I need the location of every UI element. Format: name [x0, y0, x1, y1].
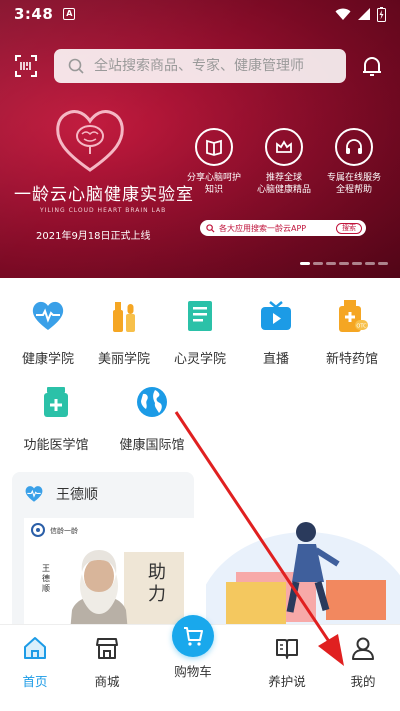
user-icon — [352, 637, 374, 660]
scan-icon[interactable] — [14, 54, 38, 78]
cosmetics-icon — [104, 296, 144, 336]
notebook-icon — [180, 296, 220, 336]
expert-card[interactable]: 王德顺 信龄一龄 王德顺 助力 — [12, 472, 194, 632]
nav-label: 养护说 — [268, 674, 306, 689]
category-beauty-college[interactable]: 美丽学院 — [84, 296, 164, 367]
category-label: 健康学院 — [21, 352, 74, 367]
category-label: 直播 — [262, 352, 289, 367]
app-search-button: 搜索 — [336, 222, 362, 234]
search-icon — [68, 58, 84, 74]
svg-text:OTC: OTC — [356, 324, 367, 330]
banner-pager — [300, 262, 388, 265]
heartbeat-icon — [25, 486, 43, 502]
bottom-nav: 首页 商城 购物车 养护说 我的 — [0, 615, 400, 711]
nav-home[interactable]: 首页 — [0, 635, 70, 690]
category-functional-medicine[interactable]: 功能医学馆 — [16, 382, 96, 453]
status-bar: 3:48 A — [0, 0, 400, 28]
status-time: 3:48 — [14, 5, 54, 23]
nav-mall[interactable]: 商城 — [72, 635, 142, 690]
medicine-bottle-icon: OTC — [332, 296, 372, 336]
search-bar[interactable] — [54, 49, 346, 83]
hero-banner[interactable]: 一龄云心脑健康实验室 YILING CLOUD HEART BRAIN LAB … — [0, 0, 400, 278]
app-search-text: 各大应用搜索一龄云APP — [219, 223, 307, 233]
feature-share-knowledge: 分享心脑呵护 知识 — [178, 128, 250, 196]
elderly-man-portrait — [70, 550, 128, 632]
category-label: 新特药馆 — [325, 352, 378, 367]
nav-label: 商城 — [94, 674, 120, 689]
gesture-bar — [0, 707, 400, 711]
expert-name: 王德顺 — [56, 487, 98, 503]
category-label: 美丽学院 — [97, 352, 150, 367]
feature-label: 推荐全球 心脑健康精品 — [256, 173, 311, 195]
search-input[interactable] — [94, 58, 334, 74]
notification-badge: A — [63, 8, 76, 20]
category-mind-college[interactable]: 心灵学院 — [160, 296, 240, 367]
book-logo-text: 信龄一龄 — [50, 527, 78, 535]
category-health-college[interactable]: 健康学院 — [8, 296, 88, 367]
home-icon — [24, 637, 46, 659]
heartbeat-icon — [28, 296, 68, 336]
pager-dot — [313, 262, 323, 265]
tv-icon — [256, 296, 296, 336]
category-label: 功能医学馆 — [23, 438, 89, 453]
nav-care[interactable]: 养护说 — [252, 635, 322, 690]
feature-recommend: 推荐全球 心脑健康精品 — [248, 128, 320, 196]
nav-label: 首页 — [22, 674, 48, 689]
book-vertical-text: 王德顺 — [42, 564, 50, 593]
pager-dot — [378, 262, 388, 265]
open-book-icon — [276, 639, 298, 659]
headset-icon — [335, 128, 373, 166]
book-icon — [195, 128, 233, 166]
cart-icon — [184, 627, 203, 646]
bell-icon[interactable] — [360, 54, 384, 78]
pager-dot — [300, 262, 310, 265]
calligraphy-text: 助力 — [148, 562, 166, 605]
category-new-medicine[interactable]: OTC 新特药馆 — [312, 296, 392, 367]
logo-icon — [31, 523, 45, 537]
nav-cart-label[interactable]: 购物车 — [158, 661, 228, 680]
category-label: 健康国际馆 — [119, 438, 185, 453]
category-international[interactable]: 健康国际馆 — [112, 382, 192, 453]
launch-date: 2021年9月18日正式上线 — [36, 231, 151, 242]
signal-icon — [358, 8, 370, 20]
brand-title: 一龄云心脑健康实验室 — [14, 185, 194, 205]
pager-dot — [326, 262, 336, 265]
store-icon — [96, 638, 118, 659]
brand-subtitle: YILING CLOUD HEART BRAIN LAB — [40, 207, 167, 214]
medical-jar-icon — [36, 382, 76, 422]
nav-mine[interactable]: 我的 — [328, 635, 398, 690]
promo-illustration[interactable] — [206, 472, 400, 632]
cart-button[interactable] — [172, 615, 214, 657]
search-icon — [206, 223, 215, 233]
category-live[interactable]: 直播 — [236, 296, 316, 367]
category-label: 心灵学院 — [173, 352, 226, 367]
crown-icon — [265, 128, 303, 166]
pager-dot — [339, 262, 349, 265]
pager-dot — [365, 262, 375, 265]
feature-service: 专属在线服务 全程帮助 — [318, 128, 390, 196]
book-cover: 信龄一龄 王德顺 助力 — [24, 518, 194, 632]
pager-dot — [352, 262, 362, 265]
heart-brain-logo-icon — [56, 110, 124, 172]
nav-label: 我的 — [350, 674, 376, 689]
wifi-icon — [335, 8, 351, 20]
globe-icon — [132, 382, 172, 422]
battery-icon — [377, 6, 386, 22]
app-search-pill: 各大应用搜索一龄云APP 搜索 — [200, 220, 366, 236]
feature-label: 专属在线服务 全程帮助 — [326, 173, 381, 195]
feature-label: 分享心脑呵护 知识 — [186, 173, 241, 195]
